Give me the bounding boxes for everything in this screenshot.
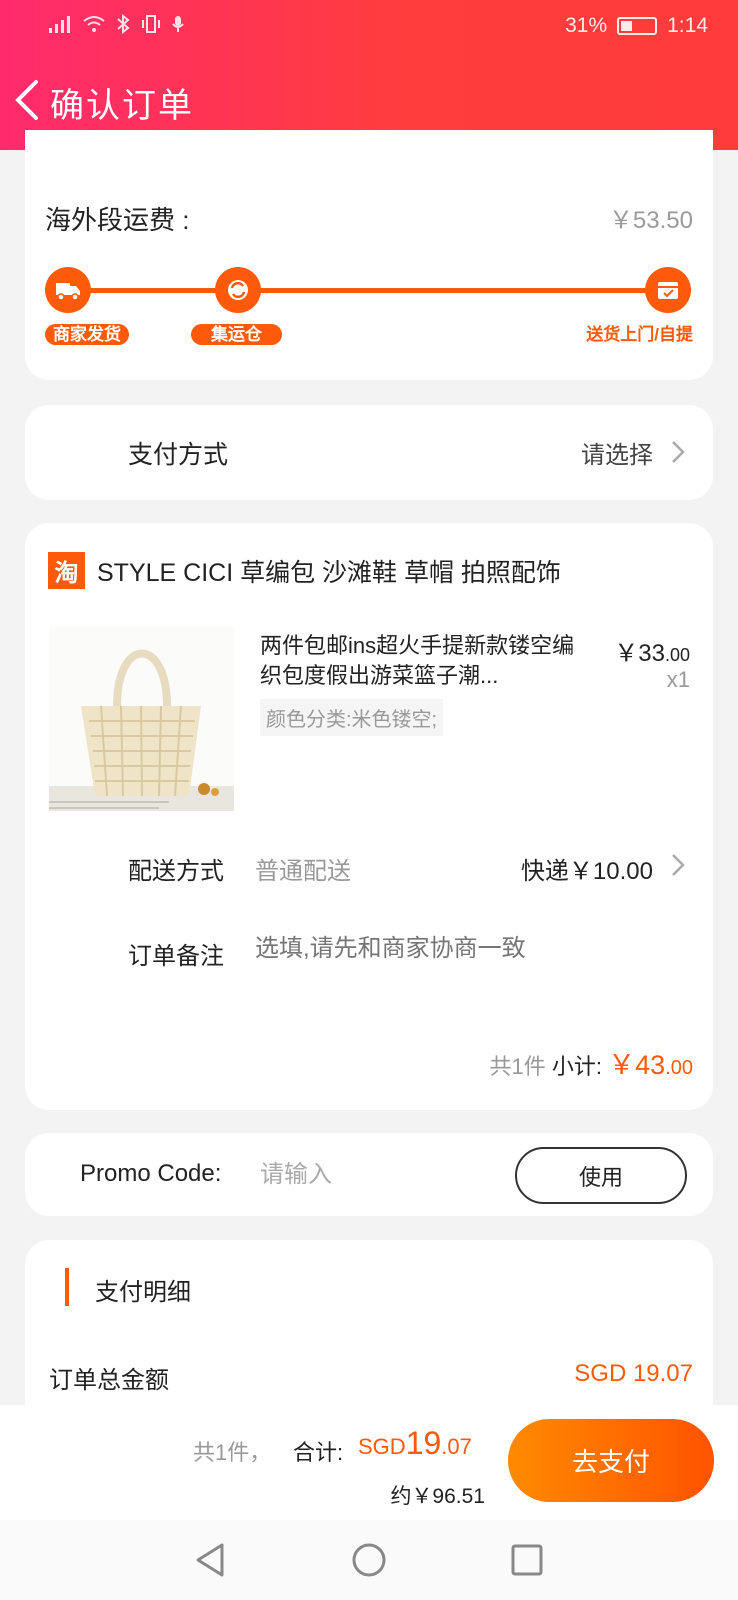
- straw-bag-image: [49, 649, 234, 811]
- merchant-ship-node: [45, 267, 91, 313]
- go-pay-button[interactable]: 去支付: [508, 1419, 714, 1502]
- product-spec: 颜色分类:米色镂空;: [260, 699, 444, 736]
- apply-promo-button[interactable]: 使用: [515, 1147, 687, 1204]
- section-accent-bar: [65, 1268, 69, 1306]
- step-label-warehouse: 集运仓: [191, 320, 282, 345]
- product-title[interactable]: 两件包邮ins超火手提新款镂空编织包度假出游菜篮子潮...: [260, 631, 580, 691]
- shop-name[interactable]: STYLE CICI 草编包 沙滩鞋 草帽 拍照配饰: [97, 553, 561, 589]
- product-price: ￥33.00: [614, 640, 690, 667]
- overseas-fee-label: 海外段运费 :: [45, 205, 190, 235]
- back-arrow-icon[interactable]: [10, 78, 44, 122]
- parcel-box-icon: [658, 282, 678, 299]
- subtotal-label: 小计:: [551, 1054, 603, 1079]
- checkout-bar: 共1件， 合计: SGD19.07 约￥96.51 去支付: [0, 1405, 738, 1520]
- item-count: 共1件: [489, 1054, 546, 1079]
- battery-percent: 31%: [565, 14, 608, 37]
- subtotal-amount: ￥43.00: [608, 1050, 693, 1080]
- shipping-track-line: [70, 288, 668, 293]
- payment-method-value[interactable]: 请选择: [581, 435, 653, 470]
- delivery-node: [645, 267, 691, 313]
- shipping-card: 海外段运费 : ￥53.50 商家发货 集运仓 送货上门/自提: [25, 130, 713, 380]
- status-icons-right: 31% 1:14: [565, 14, 708, 38]
- warehouse-node: [215, 267, 261, 313]
- order-note-input[interactable]: [255, 929, 655, 969]
- status-icons-left: [48, 14, 184, 34]
- bluetooth-icon: [117, 14, 130, 34]
- order-card: 淘 STYLE CICI 草编包 沙滩鞋 草帽 拍照配饰 两件包邮ins超火手提…: [25, 523, 713, 1110]
- chevron-right-icon: [672, 441, 685, 463]
- status-bar: 31% 1:14: [48, 12, 708, 40]
- delivery-fee[interactable]: 快递￥10.00: [521, 851, 653, 886]
- order-total-label: 订单总金额: [49, 1367, 169, 1394]
- wifi-icon: [83, 16, 105, 32]
- nav-back-icon[interactable]: [192, 1541, 230, 1579]
- transit-cycle-icon: [228, 280, 248, 300]
- truck-icon: [56, 283, 80, 301]
- header: 31% 1:14 确认订单: [0, 0, 738, 150]
- delivery-method-label: 配送方式: [128, 858, 224, 885]
- promo-code-label: Promo Code:: [80, 1160, 222, 1187]
- delivery-method-type: 普通配送: [255, 858, 351, 885]
- nav-home-icon[interactable]: [350, 1541, 388, 1579]
- taobao-logo-icon: 淘: [48, 552, 85, 589]
- payment-method-label: 支付方式: [128, 441, 229, 469]
- vibrate-icon: [142, 15, 160, 33]
- promo-card: Promo Code: 使用: [25, 1133, 713, 1216]
- nav-recents-icon[interactable]: [508, 1541, 546, 1579]
- checkout-item-count: 共1件，: [193, 1440, 272, 1465]
- payment-method-row[interactable]: 支付方式 请选择: [25, 405, 713, 500]
- overseas-fee-value: ￥53.50: [608, 207, 693, 234]
- order-subtotal: 共1件 小计: ￥43.00: [490, 1043, 693, 1082]
- system-navbar: [0, 1520, 738, 1600]
- mic-icon: [172, 16, 184, 32]
- promo-code-input[interactable]: [260, 1155, 490, 1195]
- chevron-right-icon[interactable]: [671, 853, 685, 877]
- order-note-label: 订单备注: [128, 943, 224, 970]
- page-title: 确认订单: [50, 87, 194, 125]
- order-total-value: SGD 19.07: [574, 1360, 693, 1387]
- step-label-delivery: 送货上门/自提: [586, 325, 693, 344]
- checkout-sum-label: 合计:: [293, 1440, 344, 1465]
- step-label-merchant: 商家发货: [45, 320, 129, 345]
- signal-icon: [49, 16, 70, 33]
- payment-detail-title: 支付明细: [95, 1279, 191, 1306]
- product-quantity: x1: [666, 667, 690, 692]
- battery-icon: [617, 17, 658, 35]
- checkout-sum-value: SGD19.07: [358, 1425, 472, 1461]
- clock-time: 1:14: [667, 14, 708, 37]
- product-image[interactable]: [49, 626, 234, 811]
- checkout-approx-cny: 约￥96.51: [390, 1485, 485, 1508]
